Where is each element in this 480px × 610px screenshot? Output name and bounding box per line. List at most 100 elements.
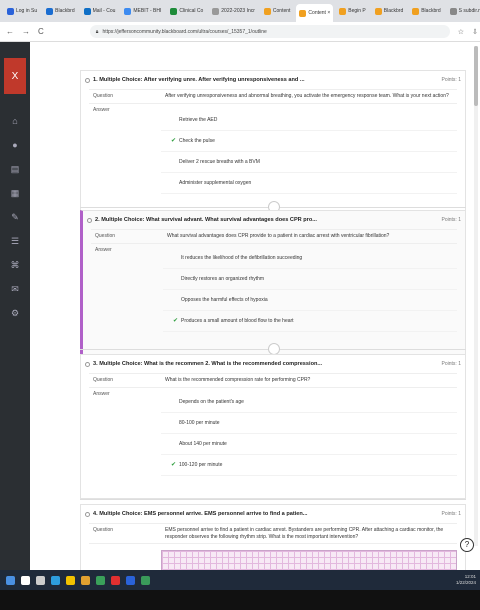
answer-option[interactable]: About 140 per minute [161,434,457,455]
question-label: Question [93,93,114,99]
edge-icon[interactable] [51,575,60,585]
correct-check-icon: ✔ [173,318,179,324]
question-label: Question [95,233,116,239]
question-title: 1. Multiple Choice: After verifying unre… [93,77,305,83]
answer-option[interactable]: Directly restores an organized rhythm [163,269,457,290]
profile-icon[interactable]: ● [8,138,22,152]
download-icon[interactable]: ⇩ [472,28,478,36]
correct-answer-option[interactable]: ✔ Produces a small amount of blood flow t… [163,311,457,332]
mail-icon[interactable]: ✉ [8,282,22,296]
scrollbar[interactable] [474,46,478,546]
answer-text: 80-100 per minute [179,419,220,426]
browser-tab[interactable]: Content × [296,4,334,22]
browser-toolbar: ← → C 🔒︎ https://jeffersoncommunity.blac… [0,22,480,42]
taskbar-clock[interactable]: 12:01 1/22/2024 [456,574,480,586]
os-taskbar: 12:01 1/22/2024 [0,570,480,590]
courses-icon[interactable]: ▤ [8,162,22,176]
browser-tab[interactable]: Blackbrd [372,4,406,18]
home-icon[interactable]: ⌂ [8,114,22,128]
question-toggle[interactable] [85,361,90,367]
file-explorer-icon[interactable] [66,575,75,585]
question-row: Question EMS personnel arrive to find a … [89,524,457,544]
chrome-icon[interactable] [96,575,105,585]
browser-tab[interactable]: Blackbrd [409,4,443,18]
task-view-icon[interactable] [36,575,45,585]
tab-label: 2022-2023 Incr [221,8,255,14]
tab-label: Clinical Co [179,8,204,14]
question-header[interactable]: 3. Multiple Choice: What is the recommen… [81,355,465,373]
answer-list: Depends on the patient's age 80-100 per m… [161,392,457,476]
question-toggle[interactable] [87,217,92,223]
tab-label: Blackbrd [383,8,404,14]
acrobat-icon[interactable] [111,575,120,585]
tools-icon[interactable]: ⌘ [8,258,22,272]
browser-tab[interactable]: S subdir.nl [447,4,480,18]
answer-label: Answer [93,106,110,113]
tab-label: Blackbrd [421,8,441,14]
browser-tab[interactable]: Begin P [336,4,369,18]
tab-favicon-icon [170,7,178,15]
browser-tab[interactable]: 2022-2023 Incr [209,4,258,18]
question-points: Points: 1 [441,77,461,83]
messages-icon[interactable]: ☰ [8,234,22,248]
question-points: Points: 1 [441,217,461,223]
scrollbar-thumb[interactable] [474,46,478,106]
tab-favicon-icon [7,7,14,15]
question-row: Question After verifying unresponsivenes… [89,90,457,104]
browser-tab[interactable]: Clinical Co [167,4,206,18]
forward-icon[interactable]: → [22,27,30,36]
back-icon[interactable]: ← [6,27,14,36]
answer-option[interactable]: Opposes the harmful effects of hypoxia [163,290,457,311]
answer-text: 100-120 per minute [179,461,223,468]
question-row: Question What is the recommended compres… [89,374,457,388]
browser-tab[interactable]: Content [261,4,294,18]
question-text: After verifying unresponsiveness and abn… [165,93,449,99]
tab-label: Begin P [348,8,366,14]
browser-tab[interactable]: Mail - Cou [81,4,119,18]
correct-answer-option[interactable]: ✔ 100-120 per minute [161,455,457,476]
answer-text: About 140 per minute [179,440,227,447]
correct-check-icon: ✔ [171,462,177,468]
help-button[interactable]: ? [460,538,474,552]
reload-icon[interactable]: C [38,27,44,36]
start-icon[interactable] [6,575,15,585]
question-label: Question [93,527,114,533]
correct-answer-option[interactable]: ✔ Check the pulse [161,131,457,152]
address-bar[interactable]: 🔒︎ https://jeffersoncommunity.blackboard… [89,25,450,38]
excel-icon[interactable] [141,575,150,585]
tab-favicon-icon [374,7,382,15]
answer-row: Answer [89,388,457,400]
answer-text: Deliver 2 rescue breaths with a BVM [179,158,260,165]
correct-check-icon: ✔ [171,138,177,144]
answer-option[interactable]: Administer supplemental oxygen [161,173,457,194]
word-icon[interactable] [126,575,135,585]
answer-text: Check the pulse [179,137,215,144]
question-row: Question What survival advantages does C… [91,230,457,244]
search-icon[interactable] [21,575,30,585]
browser-tab[interactable]: Blackbrd [43,4,77,18]
answer-option[interactable]: 80-100 per minute [161,413,457,434]
question-header[interactable]: 1. Multiple Choice: After verifying unre… [81,71,465,89]
tab-label: S subdir.nl [458,8,480,14]
question-toggle[interactable] [85,77,90,83]
browser-tab[interactable]: MEBIT - BHI [121,4,164,18]
tab-favicon-icon [212,7,220,15]
answer-row: Answer [89,104,457,116]
answer-text: Administer supplemental oxygen [179,179,252,186]
browser-tab[interactable]: Log in Su [4,4,40,18]
question-title: 3. Multiple Choice: What is the recommen… [93,361,323,367]
calendar-icon[interactable]: ▦ [8,186,22,200]
close-panel-button[interactable]: X [4,58,26,94]
answer-text: It reduces the likelihood of the defibri… [181,254,303,261]
url-text[interactable]: https://jeffersoncommunity.blackboard.co… [102,29,443,35]
question-header[interactable]: 2. Multiple Choice: What survival advant… [83,211,465,229]
settings-icon[interactable]: ⚙ [8,306,22,320]
question-header[interactable]: 4. Multiple Choice: EMS personnel arrive… [81,505,465,523]
bookmark-star-icon[interactable]: ☆ [458,28,464,36]
question-toggle[interactable] [85,511,90,517]
firefox-icon[interactable] [81,575,90,585]
answer-text: Depends on the patient's age [179,398,244,405]
tab-label: Log in Su [16,8,38,14]
grades-icon[interactable]: ✎ [8,210,22,224]
answer-option[interactable]: Deliver 2 rescue breaths with a BVM [161,152,457,173]
